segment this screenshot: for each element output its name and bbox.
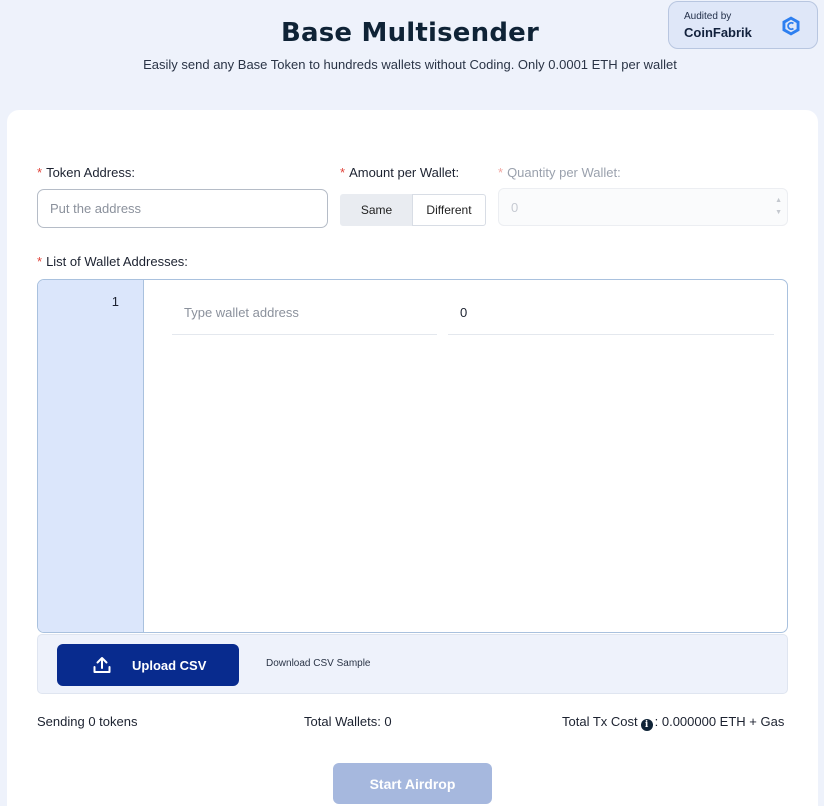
sending-tokens-text: Sending 0 tokens	[37, 714, 138, 729]
wallet-list-editor[interactable]: 1 Type wallet address 0	[37, 279, 788, 633]
total-tx-cost: Total Tx Cost i: 0.000000 ETH + Gas	[562, 714, 784, 731]
amount-per-wallet-label-text: Amount per Wallet:	[349, 165, 460, 180]
wallet-address-input[interactable]: Type wallet address	[172, 295, 437, 335]
page-title: Base Multisender	[280, 18, 540, 48]
required-mark: *	[37, 165, 43, 180]
amount-per-wallet-label: * Amount per Wallet:	[340, 165, 459, 180]
required-mark: *	[340, 165, 346, 180]
line-number-gutter: 1	[38, 280, 144, 632]
wallet-list-label-text: List of Wallet Addresses:	[46, 254, 188, 269]
upload-csv-label: Upload CSV	[132, 657, 207, 673]
total-wallets-text: Total Wallets: 0	[304, 714, 392, 729]
tx-cost-value: : 0.000000 ETH + Gas	[654, 714, 785, 729]
upload-icon	[93, 657, 111, 673]
stepper-down-icon[interactable]: ▼	[775, 207, 782, 219]
download-csv-sample-link[interactable]: Download CSV Sample	[266, 658, 371, 669]
token-address-label-text: Token Address:	[46, 165, 135, 180]
tx-cost-label: Total Tx Cost	[562, 714, 638, 729]
quantity-per-wallet-label-text: Quantity per Wallet:	[507, 165, 621, 180]
line-number: 1	[111, 294, 119, 309]
upload-csv-button[interactable]: Upload CSV	[57, 644, 239, 686]
page-subtitle: Easily send any Base Token to hundreds w…	[143, 57, 677, 72]
wallet-list-label: * List of Wallet Addresses:	[37, 254, 188, 269]
required-mark: *	[37, 254, 43, 269]
quantity-value: 0	[511, 199, 519, 215]
stepper-up-icon[interactable]: ▲	[775, 195, 782, 207]
required-mark: *	[498, 165, 504, 180]
amount-same-option[interactable]: Same	[340, 194, 413, 226]
quantity-per-wallet-input[interactable]: 0 ▲ ▼	[498, 188, 788, 226]
token-address-input[interactable]	[37, 189, 328, 228]
info-icon[interactable]: i	[640, 719, 653, 731]
amount-different-option[interactable]: Different	[412, 194, 486, 226]
quantity-stepper[interactable]: ▲ ▼	[775, 195, 782, 219]
wallet-amount-input[interactable]: 0	[448, 295, 774, 335]
token-address-label: * Token Address:	[37, 165, 135, 180]
start-airdrop-button[interactable]: Start Airdrop	[333, 763, 492, 804]
csv-toolbar: Upload CSV Download CSV Sample	[37, 634, 788, 694]
quantity-per-wallet-label: * Quantity per Wallet:	[498, 165, 621, 180]
